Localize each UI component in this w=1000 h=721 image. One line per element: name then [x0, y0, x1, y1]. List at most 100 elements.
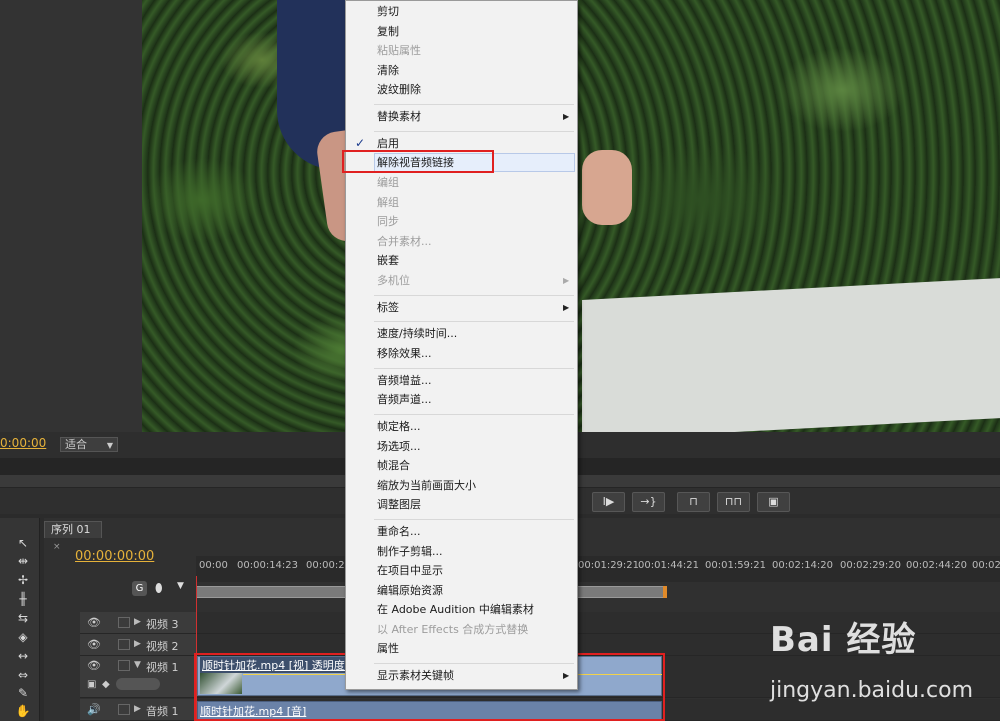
track-select-tool-icon[interactable]: ⇹ — [14, 553, 32, 569]
menu-item-label[interactable]: 标签 — [377, 299, 399, 317]
menu-item-adjustment-layer[interactable]: 调整图层 — [377, 496, 421, 514]
fit-dropdown-label: 适合 — [65, 438, 87, 451]
display-style-icon[interactable]: ▣ — [87, 679, 96, 690]
export-frame-button[interactable]: ▣ — [757, 492, 790, 512]
selection-tool-icon[interactable]: ↖ — [14, 535, 32, 551]
marker-icon[interactable]: ⬮ — [155, 581, 167, 595]
menu-item-paste-attributes[interactable]: 粘贴属性 — [377, 42, 421, 60]
menu-item-multicam[interactable]: 多机位 — [377, 272, 410, 290]
menu-item-cut[interactable]: 剪切 — [377, 3, 399, 21]
baidu-watermark: Bai 经验 jingyan.baidu.com — [770, 612, 1000, 712]
lift-button[interactable]: ⊓ — [677, 492, 710, 512]
ruler-tick: 00:00 — [199, 560, 228, 571]
submenu-arrow-icon: ▶ — [563, 112, 570, 121]
eye-icon[interactable]: 👁 — [87, 638, 101, 651]
keyframe-nav[interactable] — [116, 678, 160, 690]
menu-item-remove-effects[interactable]: 移除效果... — [377, 345, 432, 363]
track-label: 音频 1 — [146, 705, 179, 718]
menu-item-ungroup[interactable]: 解组 — [377, 194, 399, 212]
menu-item-reveal-in-project[interactable]: 在项目中显示 — [377, 562, 443, 580]
track-label: 视频 2 — [146, 640, 179, 653]
menu-separator — [374, 321, 574, 322]
track-label: 视频 3 — [146, 618, 179, 631]
lock-icon[interactable] — [118, 617, 130, 628]
expand-triangle-icon[interactable]: ▶ — [134, 617, 141, 627]
play-to-out-button[interactable]: I▶ — [592, 492, 625, 512]
menu-item-rename[interactable]: 重命名... — [377, 523, 421, 541]
menu-item-audio-channels[interactable]: 音频声道... — [377, 391, 432, 409]
menu-item-edit-original[interactable]: 编辑原始资源 — [377, 582, 443, 600]
track-header-video-3[interactable]: 👁 ▶ 视频 3 — [80, 612, 196, 634]
menu-item-field-options[interactable]: 场选项... — [377, 438, 421, 456]
program-timecode[interactable]: 0:00:00 — [0, 436, 46, 450]
watermark-site: jingyan.baidu.com — [770, 678, 974, 703]
ruler-tick: 00:00:14:23 — [237, 560, 299, 571]
sequence-timecode[interactable]: 00:00:00:00 — [75, 549, 154, 564]
speaker-icon[interactable]: 🔊 — [87, 703, 101, 716]
video-white-box — [582, 277, 1000, 432]
menu-item-nest[interactable]: 嵌套 — [377, 252, 399, 270]
track-header-audio-1[interactable]: 🔊 ▶ 音频 1 — [80, 699, 196, 721]
rate-stretch-tool-icon[interactable]: ⇆ — [14, 610, 32, 626]
track-label: 视频 1 — [146, 661, 179, 674]
menu-item-group[interactable]: 编组 — [377, 174, 399, 192]
ruler-tick: 00:01:29:21 — [578, 560, 640, 571]
slip-tool-icon[interactable]: ↔ — [14, 648, 32, 664]
menu-item-clear[interactable]: 清除 — [377, 62, 399, 80]
menu-item-audio-gain[interactable]: 音频增益... — [377, 372, 432, 390]
lift-icon: ⊓ — [689, 495, 698, 508]
lock-icon[interactable] — [118, 704, 130, 715]
slide-tool-icon[interactable]: ⇔ — [14, 667, 32, 683]
track-header-video-2[interactable]: 👁 ▶ 视频 2 — [80, 634, 196, 656]
set-marker-icon[interactable]: ▼ — [177, 581, 185, 595]
extract-button[interactable]: ⊓⊓ — [717, 492, 750, 512]
expand-triangle-icon[interactable]: ▶ — [134, 639, 141, 649]
menu-item-replace-footage[interactable]: 替换素材 — [377, 108, 421, 126]
ruler-tick: 00:02:44:20 — [906, 560, 968, 571]
menu-item-synchronize[interactable]: 同步 — [377, 213, 399, 231]
ripple-edit-tool-icon[interactable]: ✢ — [14, 572, 32, 588]
ruler-tick: 00:01:59:21 — [705, 560, 767, 571]
menu-item-speed-duration[interactable]: 速度/持续时间... — [377, 325, 457, 343]
tab-label: 序列 01 — [51, 523, 91, 536]
ruler-tick: 00:02:29:20 — [840, 560, 902, 571]
menu-item-copy[interactable]: 复制 — [377, 23, 399, 41]
menu-item-replace-with-after-effects[interactable]: 以 After Effects 合成方式替换 — [377, 621, 528, 639]
fit-dropdown[interactable]: 适合 ▼ — [60, 437, 118, 452]
lock-icon[interactable] — [118, 660, 130, 671]
razor-tool-icon[interactable]: ◈ — [14, 629, 32, 645]
snap-icon[interactable]: G — [132, 581, 147, 596]
menu-item-scale-to-frame[interactable]: 缩放为当前画面大小 — [377, 477, 476, 495]
menu-item-merge-clips[interactable]: 合并素材... — [377, 233, 432, 251]
trim-icon: →} — [640, 495, 657, 508]
ruler-tick: 00:01:44:21 — [638, 560, 700, 571]
chevron-down-icon: ▼ — [106, 441, 113, 450]
menu-item-edit-in-audition[interactable]: 在 Adobe Audition 中编辑素材 — [377, 601, 534, 619]
rolling-edit-tool-icon[interactable]: ╫ — [14, 591, 32, 607]
menu-item-make-subclip[interactable]: 制作子剪辑... — [377, 543, 443, 561]
pen-tool-icon[interactable]: ✎ — [14, 685, 32, 701]
keyframe-icon[interactable]: ◆ — [102, 679, 110, 690]
work-area-end-handle[interactable] — [663, 586, 667, 598]
expand-triangle-icon[interactable]: ▶ — [134, 704, 141, 714]
collapse-triangle-icon[interactable]: ▼ — [134, 660, 141, 670]
close-icon[interactable]: × — [53, 542, 61, 552]
submenu-arrow-icon: ▶ — [563, 671, 570, 680]
monitor-panel-left — [0, 0, 142, 432]
menu-item-show-clip-keyframes[interactable]: 显示素材关键帧 — [377, 667, 454, 685]
tab-sequence-01[interactable]: 序列 01 × — [44, 521, 102, 552]
eye-icon[interactable]: 👁 — [87, 616, 101, 629]
menu-item-frame-blend[interactable]: 帧混合 — [377, 457, 410, 475]
menu-item-properties[interactable]: 属性 — [377, 640, 399, 658]
video-hand — [582, 150, 632, 225]
extract-icon: ⊓⊓ — [724, 495, 743, 508]
lock-icon[interactable] — [118, 639, 130, 650]
ruler-tick: 00:02:14:20 — [772, 560, 834, 571]
track-header-video-1[interactable]: 👁 ▼ 视频 1 ▣ ◆ — [80, 656, 196, 698]
hand-tool-icon[interactable]: ✋ — [14, 703, 32, 719]
trim-button[interactable]: →} — [632, 492, 665, 512]
menu-item-frame-hold[interactable]: 帧定格... — [377, 418, 421, 436]
menu-separator — [374, 104, 574, 105]
menu-item-ripple-delete[interactable]: 波纹删除 — [377, 81, 421, 99]
eye-icon[interactable]: 👁 — [87, 659, 101, 672]
